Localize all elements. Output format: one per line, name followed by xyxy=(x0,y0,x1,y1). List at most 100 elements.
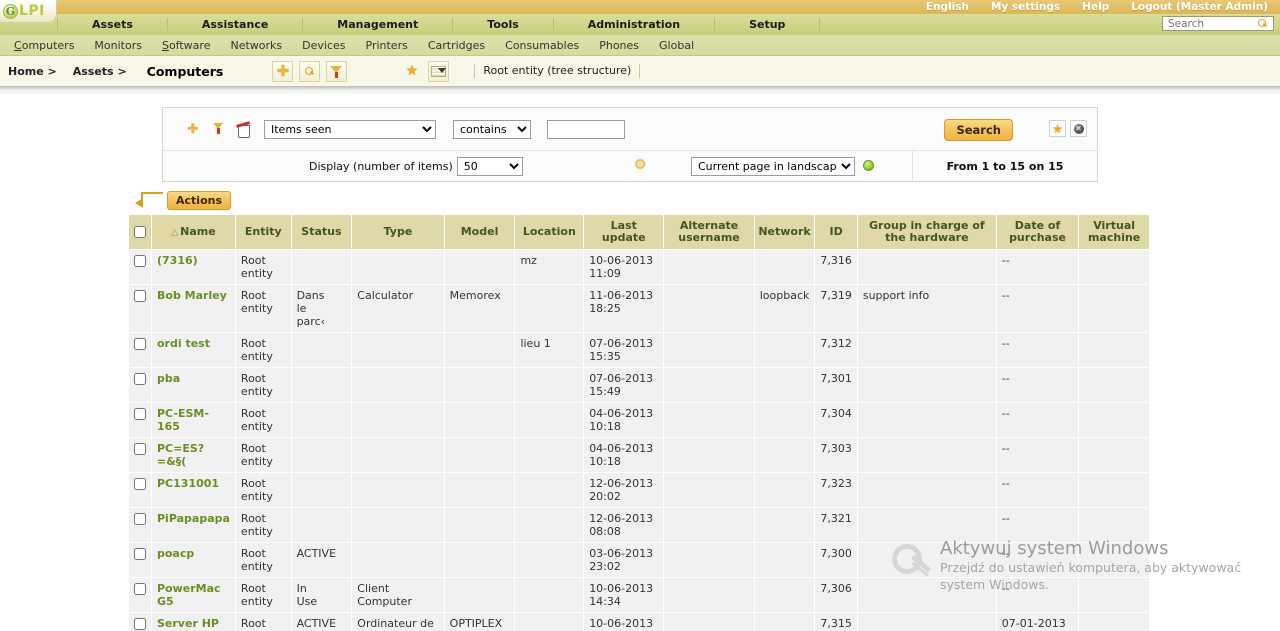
column-header-date-of-purchase[interactable]: Date of purchase xyxy=(996,215,1079,249)
menu-item-assistance[interactable]: Assistance xyxy=(168,18,304,31)
search-operator-select[interactable]: contains xyxy=(453,119,531,139)
glpi-logo[interactable]: G LPI xyxy=(0,0,57,23)
table-row[interactable]: PC=ES?=&§(Root entity 04-06-2013 10:18 7,303… xyxy=(129,438,1149,472)
column-header-virtual-machine[interactable]: Virtual machine xyxy=(1079,215,1149,249)
row-checkbox[interactable] xyxy=(134,373,146,385)
my-settings-link[interactable]: My settings xyxy=(991,1,1060,13)
menu-item-management[interactable]: Management xyxy=(303,18,454,31)
cell-name[interactable]: PC131001 xyxy=(152,473,235,507)
column-header-id[interactable]: ID xyxy=(815,215,857,249)
search-button[interactable]: Search xyxy=(944,119,1013,141)
submenu-item-computers[interactable]: Computers xyxy=(4,39,84,52)
table-row[interactable]: ordi test Root entity lieu 1 07-06-2013 15:35… xyxy=(129,333,1149,367)
cell-name[interactable]: poacp xyxy=(152,543,235,577)
submenu-item-phones[interactable]: Phones xyxy=(589,39,649,52)
submenu-item-printers[interactable]: Printers xyxy=(356,39,418,52)
cell-name[interactable]: Server HP xyxy=(152,613,235,631)
row-select-cell[interactable] xyxy=(129,578,151,612)
column-header-status[interactable]: Status xyxy=(291,215,352,249)
add-icon[interactable]: ✚ xyxy=(272,60,294,82)
actions-button[interactable]: Actions xyxy=(167,190,231,210)
cell-name[interactable]: (7316) xyxy=(152,250,235,284)
cell-name[interactable]: pba xyxy=(152,368,235,402)
row-select-cell[interactable] xyxy=(129,438,151,472)
entity-selector[interactable]: Root entity (tree structure) xyxy=(474,64,641,78)
computer-name-link[interactable]: poacp xyxy=(157,547,194,560)
computer-name-link[interactable]: PiPapapapa xyxy=(157,512,230,525)
row-select-cell[interactable] xyxy=(129,543,151,577)
column-header-alternate-username[interactable]: Alternate username xyxy=(664,215,754,249)
save-bookmark-icon[interactable]: ★ xyxy=(1049,120,1066,137)
menu-item-setup[interactable]: Setup xyxy=(715,18,821,31)
computer-name-link[interactable]: PC131001 xyxy=(157,477,219,490)
delete-criteria-icon[interactable] xyxy=(235,121,251,138)
submenu-item-cartridges[interactable]: Cartridges xyxy=(418,39,495,52)
display-count-select[interactable]: 50 xyxy=(456,156,523,176)
computer-name-link[interactable]: PC-ESM-165 xyxy=(157,407,209,433)
computer-name-link[interactable]: pba xyxy=(157,372,180,385)
column-header-location[interactable]: Location xyxy=(515,215,584,249)
help-link[interactable]: Help xyxy=(1082,1,1109,13)
row-checkbox[interactable] xyxy=(134,290,146,302)
column-header-last-update[interactable]: Last update xyxy=(584,215,664,249)
search-field-select[interactable]: Items seen xyxy=(264,119,436,139)
menu-item-tools[interactable]: Tools xyxy=(453,18,554,31)
computer-name-link[interactable]: PowerMac G5 xyxy=(157,582,221,608)
computer-name-link[interactable]: Bob Marley xyxy=(157,289,227,302)
table-row[interactable]: Server HP Root ACTIVE Ordinateur de OPTIPLEX… xyxy=(129,613,1149,631)
table-row[interactable]: poacp Root entity ACTIVE 03-06-2013 23:02 7,30… xyxy=(129,543,1149,577)
table-row[interactable]: pba Root entity 07-06-2013 15:49 7,301 -- xyxy=(129,368,1149,402)
settings-gear-icon[interactable]: ⚙ xyxy=(633,158,647,172)
row-checkbox[interactable] xyxy=(134,443,146,455)
submenu-item-devices[interactable]: Devices xyxy=(292,39,355,52)
row-select-cell[interactable] xyxy=(129,403,151,437)
cell-name[interactable]: PiPapapapa xyxy=(152,508,235,542)
submenu-item-monitors[interactable]: Monitors xyxy=(84,39,152,52)
column-header-model[interactable]: Model xyxy=(444,215,515,249)
table-view-icon[interactable] xyxy=(428,60,450,82)
row-checkbox[interactable] xyxy=(134,255,146,267)
language-link[interactable]: English xyxy=(926,1,969,13)
export-go-icon[interactable] xyxy=(863,160,874,171)
table-row[interactable]: Bob Marley Root entity Dans le parc‹ Calculato… xyxy=(129,285,1149,332)
row-checkbox[interactable] xyxy=(134,478,146,490)
table-row[interactable]: PowerMac G5 Root entity In Use Client Compute… xyxy=(129,578,1149,612)
cell-name[interactable]: PC-ESM-165 xyxy=(152,403,235,437)
cell-name[interactable]: PC=ES?=&§( xyxy=(152,438,235,472)
menu-item-administration[interactable]: Administration xyxy=(554,18,716,31)
row-checkbox[interactable] xyxy=(134,618,146,630)
computer-name-link[interactable]: PC=ES?=&§( xyxy=(157,442,204,468)
submenu-item-global[interactable]: Global xyxy=(649,39,704,52)
column-header-network[interactable]: Network xyxy=(754,215,815,249)
logout-link[interactable]: Logout (Master Admin) xyxy=(1131,1,1268,13)
table-row[interactable]: PC131001 Root entity 12-06-2013 20:02 7,323 -- xyxy=(129,473,1149,507)
export-format-select[interactable]: Current page in landscape PDF xyxy=(691,157,855,176)
row-checkbox[interactable] xyxy=(134,583,146,595)
filter-icon[interactable] xyxy=(326,60,348,82)
global-search-box[interactable] xyxy=(1162,16,1274,31)
breadcrumb-assets[interactable]: Assets > xyxy=(73,65,127,78)
row-select-cell[interactable] xyxy=(129,473,151,507)
row-select-cell[interactable] xyxy=(129,368,151,402)
cell-name[interactable]: ordi test xyxy=(152,333,235,367)
row-checkbox[interactable] xyxy=(134,338,146,350)
computer-name-link[interactable]: ordi test xyxy=(157,337,210,350)
breadcrumb-home[interactable]: Home > xyxy=(8,65,57,78)
table-row[interactable]: PiPapapapa Root entity 12-06-2013 08:08 7,321… xyxy=(129,508,1149,542)
global-search-input[interactable] xyxy=(1166,16,1258,31)
add-criteria-icon[interactable]: ✚ xyxy=(185,121,201,137)
bookmark-star-icon[interactable]: ★ xyxy=(401,61,422,82)
menu-item-assets[interactable]: Assets xyxy=(57,18,168,31)
table-row[interactable]: PC-ESM-165 Root entity 04-06-2013 10:18 7,304… xyxy=(129,403,1149,437)
table-row[interactable]: (7316) Root entity mz 10-06-2013 11:09 7,316 -- xyxy=(129,250,1149,284)
row-checkbox[interactable] xyxy=(134,548,146,560)
column-header-type[interactable]: Type xyxy=(352,215,444,249)
cell-name[interactable]: Bob Marley xyxy=(152,285,235,332)
submenu-item-networks[interactable]: Networks xyxy=(220,39,292,52)
submenu-item-consumables[interactable]: Consumables xyxy=(495,39,589,52)
row-checkbox[interactable] xyxy=(134,513,146,525)
magnifier-icon[interactable] xyxy=(1258,19,1267,28)
row-select-cell[interactable] xyxy=(129,333,151,367)
reset-search-icon[interactable]: ✕ xyxy=(1070,120,1087,137)
column-header-group[interactable]: Group in charge of the hardware xyxy=(857,215,996,249)
